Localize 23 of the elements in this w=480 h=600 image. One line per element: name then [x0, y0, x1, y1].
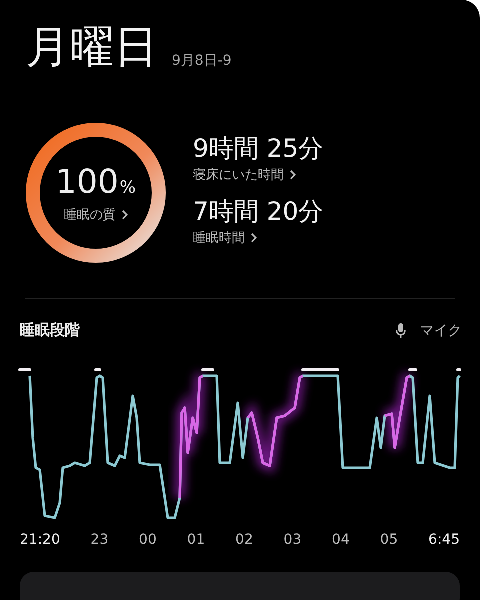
time-label: 23	[90, 532, 109, 548]
chevron-icon	[251, 233, 257, 243]
microphone-icon	[396, 322, 406, 338]
quality-percentage: 100%	[56, 164, 136, 203]
section-title: 睡眠段階	[20, 321, 80, 340]
stat-link[interactable]: 寝床にいた時間	[193, 166, 324, 184]
source-label: マイク	[420, 322, 462, 340]
time-label: 00	[139, 532, 157, 548]
time-label: 6:45	[428, 532, 460, 548]
stat-value: 7時間 20分	[193, 196, 324, 228]
time-label: 21:20	[20, 532, 60, 548]
chevron-icon	[290, 170, 296, 180]
sleep-quality-link[interactable]: 睡眠の質	[64, 206, 128, 224]
day-title: 月曜日	[26, 21, 158, 75]
time-label: 02	[236, 532, 254, 548]
time-label: 04	[332, 532, 350, 548]
time-label: 03	[284, 532, 302, 548]
date-range: 9月8日-9	[172, 52, 232, 71]
stat-value: 9時間 25分	[193, 133, 324, 165]
time-label: 01	[187, 532, 206, 548]
chevron-icon	[122, 210, 128, 220]
time-label: 05	[380, 532, 398, 548]
stat-link[interactable]: 睡眠時間	[193, 229, 324, 247]
